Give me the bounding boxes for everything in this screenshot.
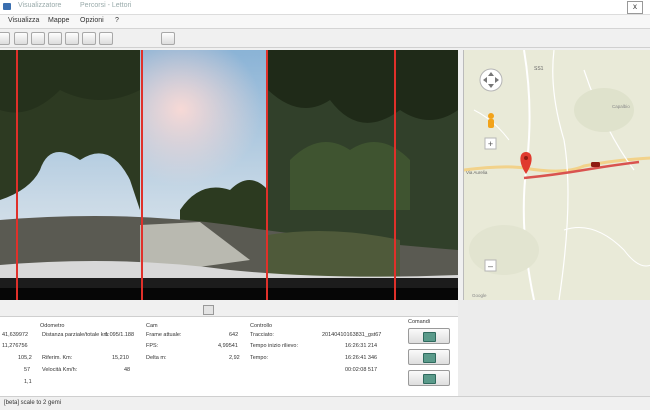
- cam-label-fps: FPS:: [146, 343, 159, 349]
- panorama-image: [0, 50, 458, 300]
- panorama-viewer[interactable]: [0, 50, 458, 300]
- close-window-button[interactable]: x: [627, 1, 643, 14]
- car-icon: [591, 162, 600, 167]
- map-view[interactable]: + – SS1 Via Aurelia Capalbio Google: [463, 50, 650, 300]
- controllo-value-tracciato: 20140410163831_gst67: [322, 332, 382, 338]
- pano-divider-4: [394, 50, 396, 300]
- cam-header: Cam: [146, 323, 158, 329]
- stop-icon: [423, 374, 436, 384]
- odometro-header: Odometro: [40, 323, 65, 329]
- comandi-header: Comandi: [408, 319, 431, 325]
- controllo-label-tempo: Tempo:: [250, 355, 269, 361]
- cam-value-frame: 642: [229, 332, 239, 338]
- forward-icon: [423, 353, 436, 363]
- status-bar: [beta] scale to 2 gemi: [0, 396, 650, 410]
- pegman-icon: [488, 119, 494, 128]
- toolbar: [0, 29, 650, 48]
- toolbar-button-3[interactable]: [31, 32, 45, 45]
- status-text: [beta] scale to 2 gemi: [4, 400, 62, 406]
- odometro-label-riferim: Riferim. Km:: [42, 355, 73, 361]
- svg-text:Capalbio: Capalbio: [612, 104, 630, 109]
- controllo-label-tracciato: Tracciato:: [250, 332, 274, 338]
- odometro-value-riferim: 15,210: [112, 355, 129, 361]
- menu-item-help[interactable]: ?: [115, 17, 119, 24]
- controllo-label-inizio: Tempo inizio rilievo:: [250, 343, 298, 349]
- stop-button[interactable]: [408, 370, 450, 386]
- svg-text:+: +: [488, 139, 493, 149]
- map-canvas: + – SS1 Via Aurelia Capalbio Google: [464, 50, 650, 300]
- toolbar-button-1[interactable]: [0, 32, 10, 45]
- menu-bar: Visualizza Mappe Opzioni ?: [0, 15, 650, 29]
- cam-label-frame: Frame attuale:: [146, 332, 182, 338]
- menu-item-visualizza[interactable]: Visualizza: [8, 17, 39, 24]
- odometro-value-distanza: 1.095/1.188: [105, 332, 135, 338]
- odometro-label-distanza: Distanza parziale/totale km:: [42, 332, 110, 338]
- controllo-value-durata: 00:02:08 517: [345, 367, 378, 373]
- info-panel: Odometro Cam Controllo 41,639972 11,2767…: [0, 316, 458, 397]
- toolbar-button-2[interactable]: [14, 32, 28, 45]
- play-icon: [423, 332, 436, 342]
- svg-text:Google: Google: [472, 293, 487, 298]
- pano-divider-3: [266, 50, 268, 300]
- controllo-header: Controllo: [250, 323, 273, 329]
- splitter-handle[interactable]: [203, 305, 214, 315]
- left-value-3: 105,2: [18, 355, 32, 361]
- odometro-label-velocita: Velocità Km/h:: [42, 367, 78, 373]
- comandi-panel: Comandi: [400, 316, 458, 396]
- toolbar-button-8[interactable]: [161, 32, 175, 45]
- pano-divider-1: [16, 50, 18, 300]
- cam-value-delta: 2,92: [229, 355, 240, 361]
- toolbar-button-5[interactable]: [65, 32, 79, 45]
- play-button[interactable]: [408, 328, 450, 344]
- cam-value-fps: 4,99541: [218, 343, 238, 349]
- controllo-value-inizio: 16:26:31 214: [345, 343, 378, 349]
- svg-text:Via Aurelia: Via Aurelia: [466, 170, 488, 175]
- left-value-5: 1,1: [24, 379, 32, 385]
- menu-item-opzioni[interactable]: Opzioni: [80, 17, 104, 24]
- svg-text:SS1: SS1: [534, 66, 544, 72]
- window-title: Visualizzatore: [18, 2, 62, 9]
- controllo-value-tempo: 16:26:41 346: [345, 355, 378, 361]
- title-bar: Visualizzatore Percorsi - Lettori x: [0, 0, 650, 15]
- menu-item-mappe[interactable]: Mappe: [48, 17, 69, 24]
- toolbar-button-6[interactable]: [82, 32, 96, 45]
- left-value-1: 41,639972: [2, 332, 28, 338]
- toolbar-button-4[interactable]: [48, 32, 62, 45]
- forward-button[interactable]: [408, 349, 450, 365]
- window-subtitle: Percorsi - Lettori: [80, 2, 132, 9]
- toolbar-button-7[interactable]: [99, 32, 113, 45]
- left-value-2: 11,276756: [2, 343, 28, 349]
- right-panel: [458, 300, 650, 396]
- left-value-4: 57: [24, 367, 31, 373]
- odometro-value-velocita: 48: [124, 367, 131, 373]
- svg-text:–: –: [488, 261, 493, 271]
- app-icon: [3, 3, 11, 10]
- pano-divider-2: [141, 50, 143, 300]
- cam-label-delta: Delta m:: [146, 355, 167, 361]
